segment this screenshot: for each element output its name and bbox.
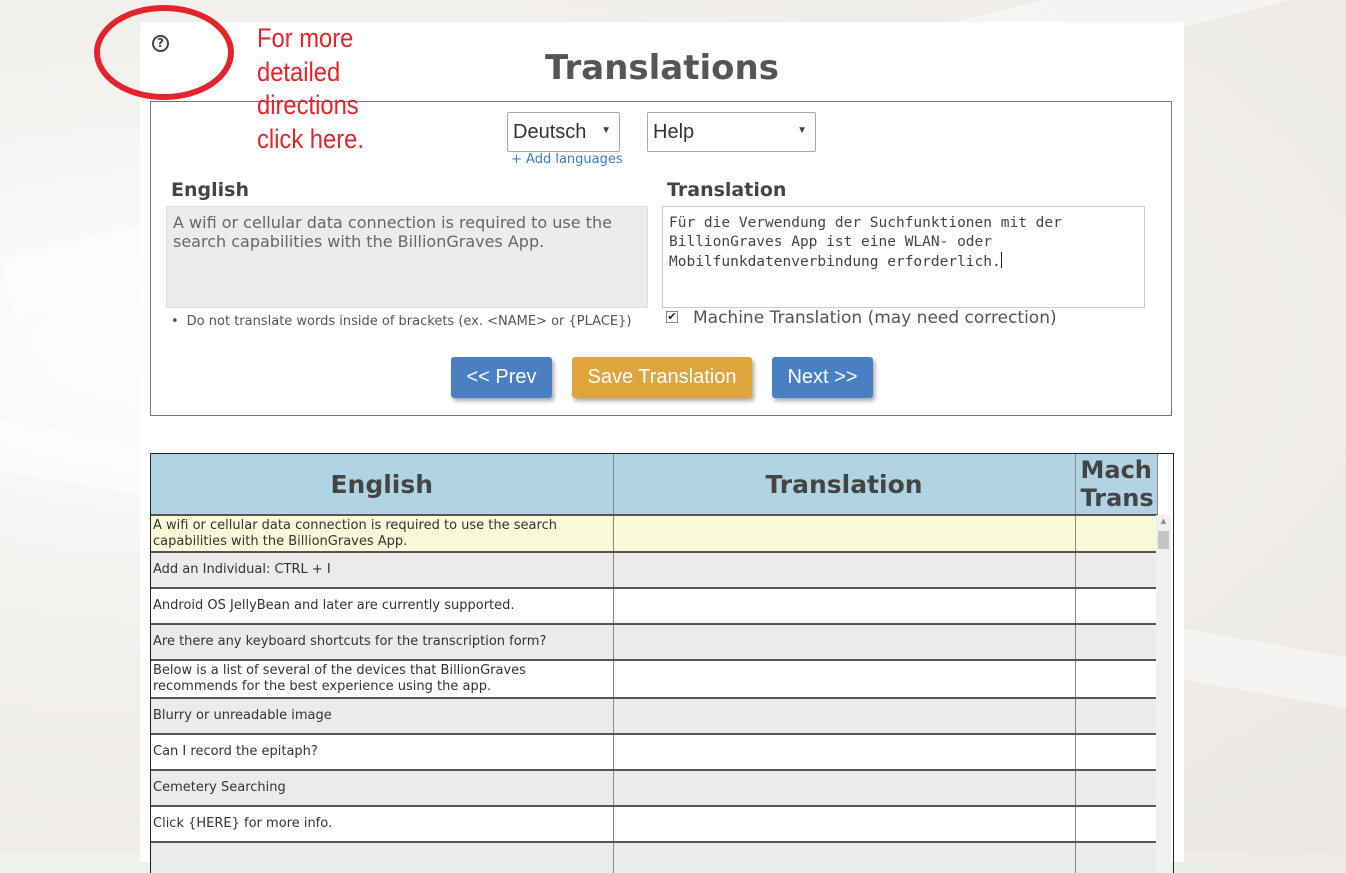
table-row[interactable]: Add an Individual: CTRL + I [151,552,1158,589]
translations-table: English Translation Mach Trans A wifi or … [151,454,1158,873]
english-label: English [171,179,249,201]
translation-line: Mobilfunkdatenverbindung erforderlich. [669,252,1002,270]
table-row[interactable]: Click {HERE} for more info. [151,806,1158,843]
annotation-line: directions [257,90,359,120]
cell-mach [1075,698,1158,735]
source-text-box: A wifi or cellular data connection is re… [166,206,648,308]
table-row[interactable]: Can I record the epitaph? [151,734,1158,771]
annotation-text: For more detailed directions click here. [257,22,389,156]
prev-button[interactable]: << Prev [451,357,552,398]
cell-mach [1075,624,1158,661]
chevron-down-icon: ▼ [601,125,611,136]
cell-mach [1075,842,1158,873]
cell-english: Android OS JellyBean and later are curre… [151,588,614,625]
annotation-line: For more [257,23,354,53]
add-languages-link[interactable]: + Add languages [511,152,623,167]
scroll-up-arrow-icon[interactable]: ▲ [1156,517,1171,525]
save-translation-button[interactable]: Save Translation [572,357,752,398]
annotation-line: click here. [257,123,364,154]
machine-translation-label: Machine Translation (may need correction… [693,308,1057,328]
cell-english: Cemetery Searching [151,770,614,807]
table-row[interactable]: Are there any keyboard shortcuts for the… [151,624,1158,661]
cell-mach [1075,806,1158,843]
cell-english: Below is a list of several of the device… [151,660,614,699]
table-row[interactable]: A wifi or cellular data connection is re… [151,515,1158,553]
machine-translation-checkbox[interactable]: ✔ [666,311,678,323]
cell-translation [613,552,1076,589]
language-select[interactable]: Deutsch ▼ [507,112,620,152]
cell-translation [613,698,1076,735]
cell-translation [613,660,1076,699]
cell-english: Add an Individual: CTRL + I [151,552,614,589]
text-cursor [1000,252,1002,268]
cell-translation [613,624,1076,661]
cell-translation [613,588,1076,625]
translation-textarea[interactable]: Für die Verwendung der Suchfunktionen mi… [662,206,1145,308]
translations-table-wrap: English Translation Mach Trans A wifi or … [150,453,1174,873]
table-row[interactable]: Below is a list of several of the device… [151,660,1158,699]
translation-line: BillionGraves App ist eine WLAN- oder [669,234,993,250]
column-header-translation[interactable]: Translation [613,454,1076,516]
annotation-circle [94,5,234,100]
next-button[interactable]: Next >> [772,357,873,398]
cell-mach [1075,588,1158,625]
cell-mach [1075,552,1158,589]
cell-english: Blurry or unreadable image [151,698,614,735]
category-select-value: Help [653,121,695,143]
bracket-note: Do not translate words inside of bracket… [171,314,632,329]
cell-english: Click {HERE} for more info. [151,806,614,843]
chevron-down-icon: ▼ [797,125,807,136]
annotation-line: detailed [257,56,341,87]
cell-translation [613,806,1076,843]
table-row[interactable]: Cemetery Searching [151,770,1158,807]
cell-english: Are there any keyboard shortcuts for the… [151,624,614,661]
cell-translation [613,770,1076,807]
translation-line: Für die Verwendung der Suchfunktionen mi… [669,215,1062,231]
cell-translation [613,842,1076,873]
cell-mach [1075,660,1158,699]
cell-translation [613,734,1076,771]
column-header-mach-trans[interactable]: Mach Trans [1075,454,1158,516]
translation-label: Translation [667,179,787,201]
column-header-english[interactable]: English [151,454,614,516]
cell-english: A wifi or cellular data connection is re… [151,515,614,553]
table-scrollbar[interactable]: ▲ [1156,515,1171,873]
table-row[interactable]: Android OS JellyBean and later are curre… [151,588,1158,625]
category-select[interactable]: Help ▼ [647,112,816,152]
cell-english [151,842,614,873]
table-row[interactable]: Blurry or unreadable image [151,698,1158,735]
scrollbar-thumb[interactable] [1158,531,1169,549]
cell-mach [1075,515,1158,553]
cell-mach [1075,770,1158,807]
cell-english: Can I record the epitaph? [151,734,614,771]
language-select-value: Deutsch [513,121,587,143]
cell-mach [1075,734,1158,771]
cell-translation [613,515,1076,553]
table-row[interactable] [151,842,1158,873]
